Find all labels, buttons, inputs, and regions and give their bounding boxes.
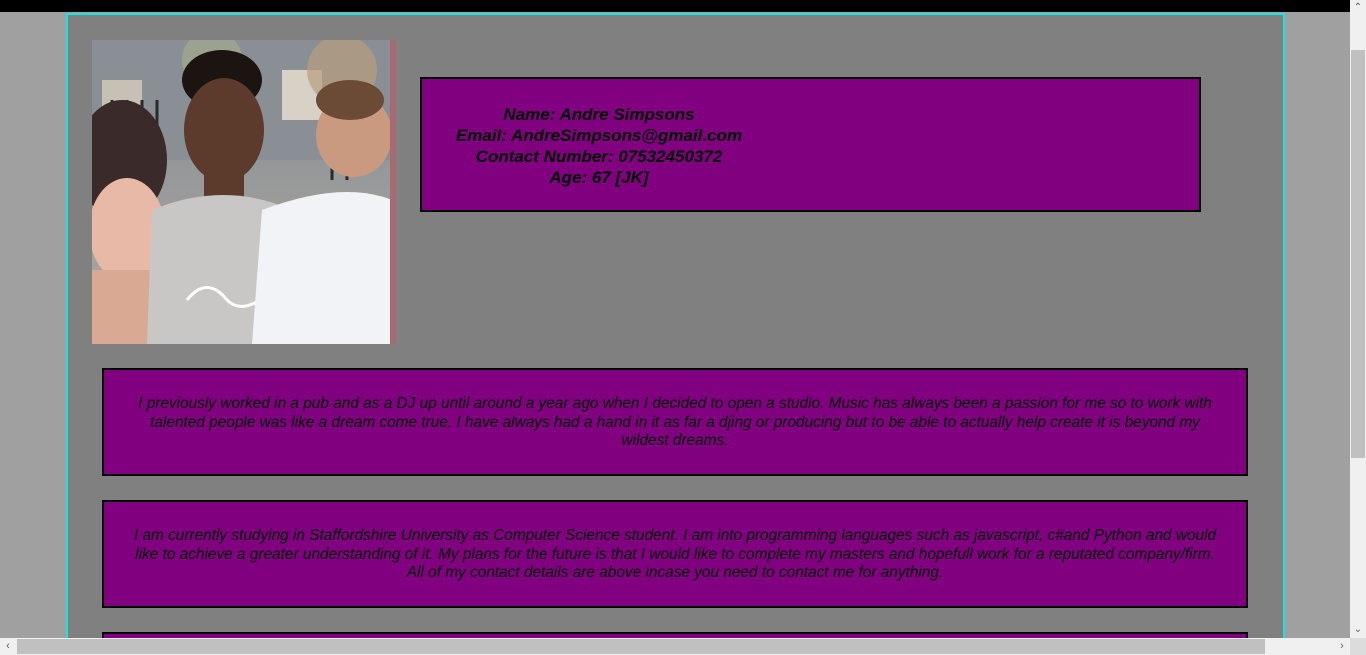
horizontal-scrollbar[interactable]: ‹ ›: [0, 638, 1350, 655]
profile-photo: [92, 40, 396, 344]
bio-paragraph-box: I previously worked in a pub and as a DJ…: [102, 368, 1248, 476]
contact-info: Name: Andre Simpsons Email: AndreSimpson…: [444, 104, 754, 188]
vertical-scrollbar[interactable]: ⌃ ⌄: [1350, 0, 1366, 638]
contact-info-box: Name: Andre Simpsons Email: AndreSimpson…: [420, 77, 1201, 212]
contact-number-line: Contact Number: 07532450372: [475, 147, 723, 166]
profile-photo-image: [92, 40, 396, 344]
chevron-up-icon[interactable]: ⌃: [1350, 0, 1366, 16]
horizontal-scroll-thumb[interactable]: [17, 639, 1265, 654]
vertical-scroll-thumb[interactable]: [1351, 50, 1365, 458]
chevron-left-icon[interactable]: ‹: [0, 638, 16, 655]
chevron-down-icon[interactable]: ⌄: [1350, 622, 1366, 638]
chevron-right-icon[interactable]: ›: [1334, 638, 1350, 655]
age-line: Age: 67 [JK]: [549, 168, 649, 187]
email-line: Email: AndreSimpsons@gmail.com: [455, 126, 743, 145]
bio-paragraph: I previously worked in a pub and as a DJ…: [138, 395, 1212, 449]
name-line: Name: Andre Simpsons: [503, 105, 695, 124]
profile-page: Name: Andre Simpsons Email: AndreSimpson…: [66, 13, 1285, 655]
top-bar: [0, 0, 1350, 12]
education-paragraph-box: I am currently studying in Staffordshire…: [102, 500, 1248, 608]
scrollbar-corner: [1350, 638, 1366, 655]
education-paragraph: I am currently studying in Staffordshire…: [133, 527, 1217, 581]
